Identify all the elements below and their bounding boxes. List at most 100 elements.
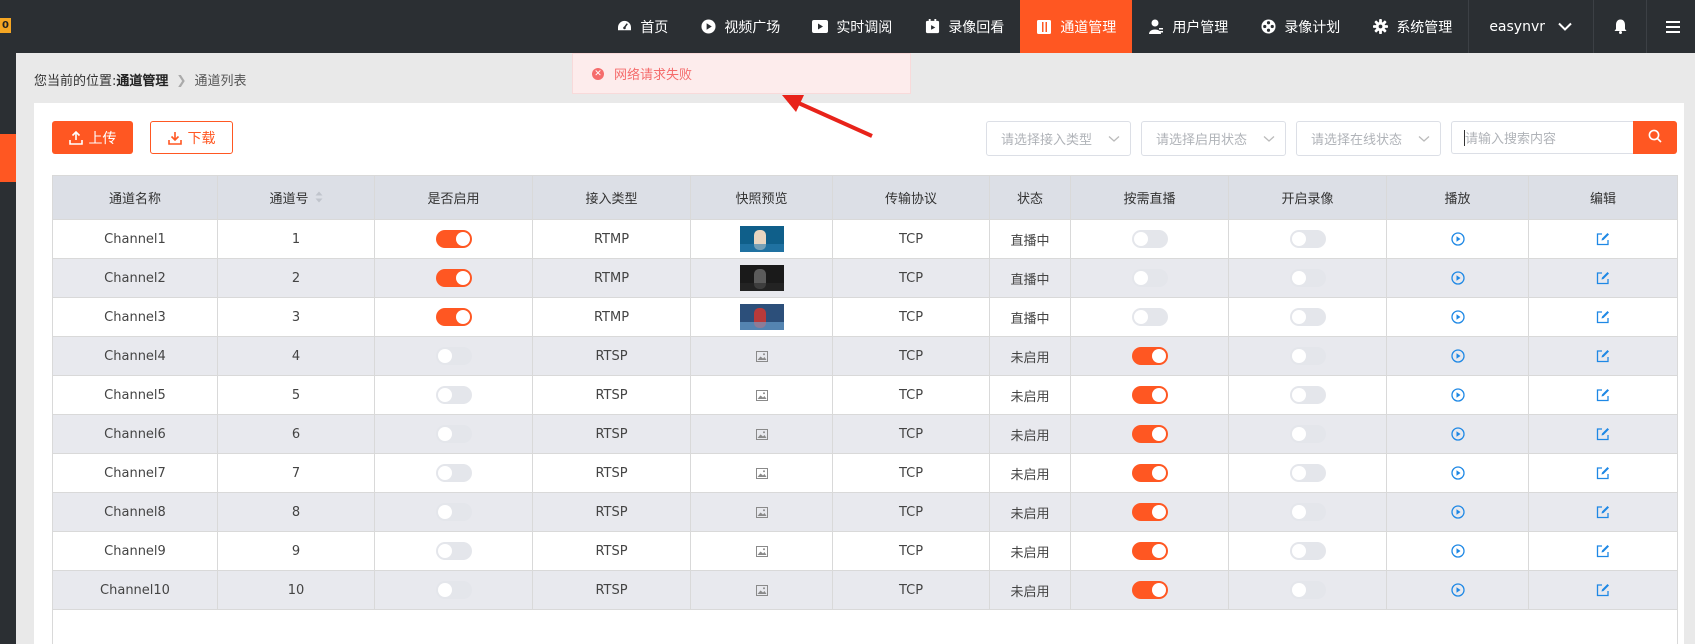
record-toggle[interactable] [1289, 581, 1326, 599]
enabled-toggle[interactable] [435, 581, 472, 599]
on-demand-toggle[interactable] [1131, 269, 1168, 287]
enabled-toggle[interactable] [435, 542, 472, 560]
nav-item-live-view[interactable]: 实时调阅 [796, 0, 908, 53]
play-icon[interactable] [1450, 505, 1465, 519]
play-icon[interactable] [1450, 544, 1465, 558]
edit-icon[interactable] [1596, 544, 1610, 558]
enabled-toggle[interactable] [435, 386, 472, 404]
cell-status: 直播中 [989, 219, 1071, 259]
on-demand-toggle[interactable] [1131, 503, 1168, 521]
cell-record [1228, 570, 1387, 610]
play-icon[interactable] [1450, 232, 1465, 246]
edit-icon[interactable] [1596, 505, 1610, 519]
play-icon[interactable] [1450, 388, 1465, 402]
record-toggle[interactable] [1289, 464, 1326, 482]
cell-on-demand [1070, 531, 1229, 571]
edit-icon[interactable] [1596, 232, 1610, 246]
nav-item-video-square[interactable]: 视频广场 [684, 0, 796, 53]
nav-item-user-management[interactable]: 用户管理 [1132, 0, 1244, 53]
record-toggle[interactable] [1289, 542, 1326, 560]
enabled-toggle[interactable] [435, 230, 472, 248]
table-row: Channel9 9 RTSP TCP 未启用 [52, 531, 1678, 571]
nav-item-playback[interactable]: 录像回看 [908, 0, 1020, 53]
toggle-knob [1291, 271, 1306, 285]
user-menu[interactable]: easynvr [1468, 0, 1594, 53]
cell-play [1386, 492, 1529, 532]
breadcrumb-last: 通道列表 [194, 74, 247, 89]
on-demand-toggle[interactable] [1131, 581, 1168, 599]
play-icon[interactable] [1450, 583, 1465, 597]
on-demand-toggle[interactable] [1131, 230, 1168, 248]
cell-channel-number: 6 [217, 414, 375, 454]
on-demand-toggle[interactable] [1131, 308, 1168, 326]
cell-on-demand [1070, 258, 1229, 298]
on-demand-toggle[interactable] [1131, 464, 1168, 482]
search-input[interactable]: 请输入搜索内容 [1451, 121, 1633, 154]
cell-snapshot [690, 531, 833, 571]
play-icon[interactable] [1450, 310, 1465, 324]
upload-button[interactable]: 上传 [52, 121, 133, 154]
enabled-toggle[interactable] [435, 308, 472, 326]
snapshot-thumbnail[interactable] [739, 304, 784, 330]
edit-icon[interactable] [1596, 388, 1610, 402]
cell-play [1386, 414, 1529, 454]
edit-icon[interactable] [1596, 427, 1610, 441]
cell-channel-name: Channel3 [52, 297, 218, 337]
nav-item-home[interactable]: 首页 [600, 0, 684, 53]
play-icon[interactable] [1450, 427, 1465, 441]
play-icon[interactable] [1450, 271, 1465, 285]
edit-icon[interactable] [1596, 310, 1610, 324]
cell-edit [1528, 297, 1678, 337]
toggle-knob [1291, 349, 1306, 363]
access-type-select[interactable]: 请选择接入类型 [986, 121, 1131, 156]
record-toggle[interactable] [1289, 425, 1326, 443]
on-demand-toggle[interactable] [1131, 347, 1168, 365]
record-toggle[interactable] [1289, 308, 1326, 326]
download-icon [167, 131, 182, 145]
record-toggle[interactable] [1289, 230, 1326, 248]
column-header-sortable[interactable]: 通道号 [217, 175, 375, 220]
sort-icon[interactable] [315, 191, 323, 207]
notification-button[interactable] [1594, 0, 1647, 53]
record-toggle[interactable] [1289, 269, 1326, 287]
enabled-toggle[interactable] [435, 347, 472, 365]
record-toggle[interactable] [1289, 347, 1326, 365]
edit-icon[interactable] [1596, 271, 1610, 285]
enabled-toggle[interactable] [435, 425, 472, 443]
edit-icon[interactable] [1596, 466, 1610, 480]
on-demand-toggle[interactable] [1131, 386, 1168, 404]
record-toggle[interactable] [1289, 386, 1326, 404]
edit-icon[interactable] [1596, 349, 1610, 363]
play-icon[interactable] [1450, 466, 1465, 480]
enabled-toggle[interactable] [435, 464, 472, 482]
cell-channel-name: Channel8 [52, 492, 218, 532]
nav-item-record-plan[interactable]: 录像计划 [1244, 0, 1356, 53]
select-placeholder: 请选择在线状态 [1311, 133, 1403, 148]
enabled-toggle[interactable] [435, 269, 472, 287]
nav-item-system-management[interactable]: 系统管理 [1356, 0, 1468, 53]
snapshot-thumbnail[interactable] [739, 265, 784, 291]
enabled-toggle[interactable] [435, 503, 472, 521]
record-toggle[interactable] [1289, 503, 1326, 521]
on-demand-toggle[interactable] [1131, 542, 1168, 560]
hamburger-menu-button[interactable] [1647, 0, 1695, 53]
nav-item-label: 录像回看 [948, 19, 1005, 36]
on-demand-toggle[interactable] [1131, 425, 1168, 443]
search-button[interactable] [1633, 121, 1677, 154]
edit-icon[interactable] [1596, 583, 1610, 597]
play-icon[interactable] [1450, 349, 1465, 363]
cell-channel-name: Channel9 [52, 531, 218, 571]
cell-play [1386, 453, 1529, 493]
online-state-select[interactable]: 请选择在线状态 [1296, 121, 1441, 156]
breadcrumb-current[interactable]: 通道管理 [116, 70, 168, 89]
toggle-knob [1291, 427, 1306, 441]
cell-record [1228, 297, 1387, 337]
cell-on-demand [1070, 336, 1229, 376]
snapshot-thumbnail[interactable] [739, 226, 784, 252]
sidebar-active-item[interactable] [0, 134, 16, 182]
enable-state-select[interactable]: 请选择启用状态 [1141, 121, 1286, 156]
column-header: 通道名称 [52, 175, 218, 220]
cell-play [1386, 375, 1529, 415]
nav-item-channel-management[interactable]: 通道管理 [1020, 0, 1133, 53]
download-button[interactable]: 下载 [150, 121, 233, 154]
